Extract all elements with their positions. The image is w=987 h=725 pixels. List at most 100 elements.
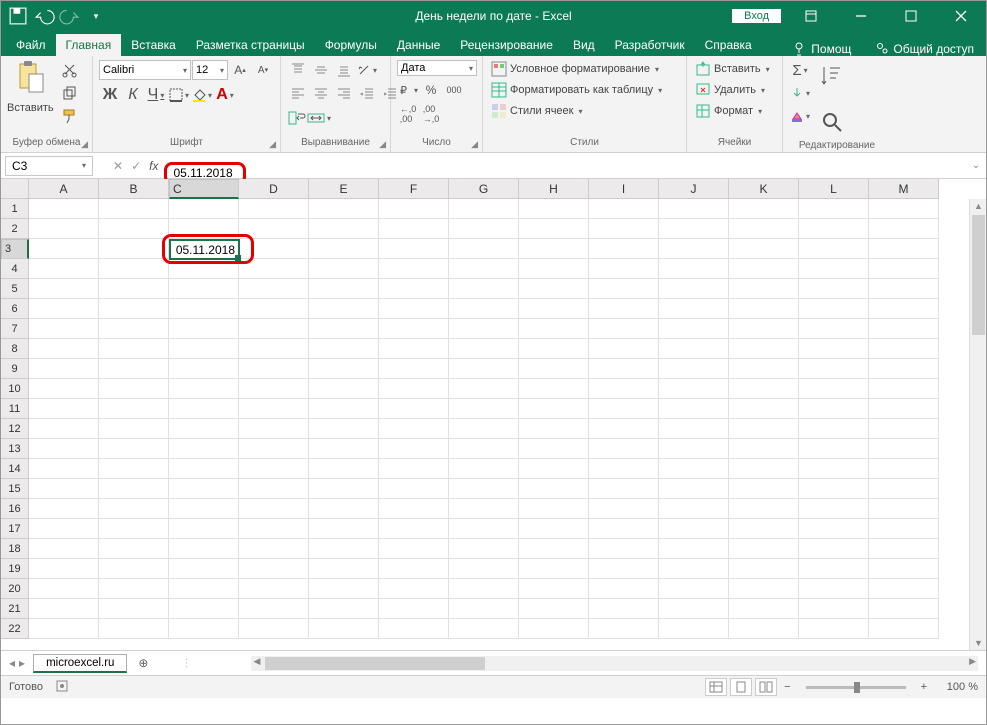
cell[interactable] (589, 239, 659, 259)
enter-formula-icon[interactable]: ✓ (131, 159, 141, 173)
align-center-icon[interactable] (310, 84, 332, 104)
accounting-icon[interactable]: ₽▾ (397, 80, 419, 100)
cell[interactable] (869, 239, 939, 259)
font-dialog-icon[interactable]: ◢ (269, 139, 276, 150)
cell[interactable] (519, 599, 589, 619)
cell[interactable] (869, 559, 939, 579)
cell[interactable] (309, 519, 379, 539)
cell[interactable] (869, 499, 939, 519)
cell[interactable] (29, 579, 99, 599)
cell[interactable] (519, 199, 589, 219)
cell[interactable] (589, 419, 659, 439)
align-right-icon[interactable] (333, 84, 355, 104)
cell[interactable] (169, 359, 239, 379)
cell[interactable] (99, 299, 169, 319)
cell[interactable] (169, 199, 239, 219)
cell[interactable] (379, 259, 449, 279)
cell[interactable] (379, 239, 449, 259)
sheet-prev-icon[interactable]: ◂ (9, 656, 15, 670)
cell[interactable] (589, 319, 659, 339)
cell[interactable] (169, 419, 239, 439)
cell-area[interactable]: for(let r=0;r<22;r++){document.write('<d… (29, 199, 939, 639)
cell[interactable] (169, 619, 239, 639)
tab-formulas[interactable]: Формулы (315, 34, 387, 56)
row-header[interactable]: 14 (1, 459, 29, 479)
align-bottom-icon[interactable] (333, 60, 355, 80)
row-header[interactable]: 6 (1, 299, 29, 319)
cell[interactable] (29, 219, 99, 239)
cell[interactable] (379, 419, 449, 439)
cell[interactable] (729, 399, 799, 419)
sheet-tab[interactable]: microexcel.ru (33, 654, 127, 673)
row-header[interactable]: 19 (1, 559, 29, 579)
tab-developer[interactable]: Разработчик (605, 34, 695, 56)
col-header[interactable]: J (659, 179, 729, 199)
cell[interactable] (449, 459, 519, 479)
name-box[interactable]: C3▾ (5, 156, 93, 176)
cell[interactable] (659, 439, 729, 459)
cell[interactable] (519, 259, 589, 279)
cell[interactable] (869, 219, 939, 239)
cell[interactable] (99, 479, 169, 499)
cell[interactable] (869, 439, 939, 459)
cell[interactable] (869, 459, 939, 479)
cell[interactable] (449, 619, 519, 639)
maximize-icon[interactable] (891, 1, 931, 31)
cell[interactable] (29, 539, 99, 559)
border-icon[interactable]: ▾ (168, 85, 190, 105)
cell[interactable] (169, 279, 239, 299)
fill-icon[interactable]: ▾ (789, 83, 811, 103)
cut-icon[interactable] (59, 60, 81, 80)
cell[interactable] (729, 419, 799, 439)
cell[interactable] (869, 419, 939, 439)
cell[interactable] (29, 479, 99, 499)
cell[interactable] (449, 399, 519, 419)
cell[interactable] (239, 559, 309, 579)
cell[interactable] (379, 379, 449, 399)
expand-formula-bar-icon[interactable]: ⌄ (966, 160, 986, 171)
italic-button[interactable]: К (122, 85, 144, 105)
format-as-table-button[interactable]: Форматировать как таблицу▾ (489, 81, 664, 99)
cell[interactable] (519, 239, 589, 259)
cell[interactable] (169, 519, 239, 539)
tab-file[interactable]: Файл (6, 34, 56, 56)
cell[interactable] (239, 379, 309, 399)
cell[interactable] (379, 619, 449, 639)
cell[interactable] (799, 519, 869, 539)
zoom-out-icon[interactable]: − (780, 681, 794, 693)
cell[interactable] (239, 599, 309, 619)
cell[interactable] (449, 239, 519, 259)
number-format-select[interactable]: Дата▾ (397, 60, 477, 76)
cell[interactable] (309, 299, 379, 319)
cell[interactable] (729, 599, 799, 619)
ribbon-options-icon[interactable] (791, 1, 831, 31)
cell[interactable] (519, 319, 589, 339)
cell[interactable] (169, 439, 239, 459)
cell[interactable] (729, 579, 799, 599)
row-header[interactable]: 18 (1, 539, 29, 559)
alignment-dialog-icon[interactable]: ◢ (379, 139, 386, 150)
cell[interactable] (99, 559, 169, 579)
minimize-icon[interactable] (841, 1, 881, 31)
select-all-corner[interactable] (1, 179, 29, 199)
cell[interactable] (589, 379, 659, 399)
cell[interactable] (309, 459, 379, 479)
cell[interactable] (169, 339, 239, 359)
col-header[interactable]: F (379, 179, 449, 199)
cell[interactable] (799, 459, 869, 479)
cell[interactable] (659, 339, 729, 359)
cell[interactable] (519, 579, 589, 599)
cell[interactable] (99, 259, 169, 279)
fill-color-icon[interactable]: ▾ (191, 85, 213, 105)
cell[interactable] (239, 359, 309, 379)
cancel-formula-icon[interactable]: ✕ (113, 159, 123, 173)
cell[interactable] (729, 439, 799, 459)
cell[interactable] (29, 599, 99, 619)
cell[interactable] (519, 519, 589, 539)
zoom-slider[interactable] (806, 686, 906, 689)
cell[interactable] (589, 579, 659, 599)
cell[interactable] (449, 219, 519, 239)
scroll-up-icon[interactable]: ▲ (974, 201, 983, 211)
col-header[interactable]: D (239, 179, 309, 199)
cell[interactable] (99, 379, 169, 399)
